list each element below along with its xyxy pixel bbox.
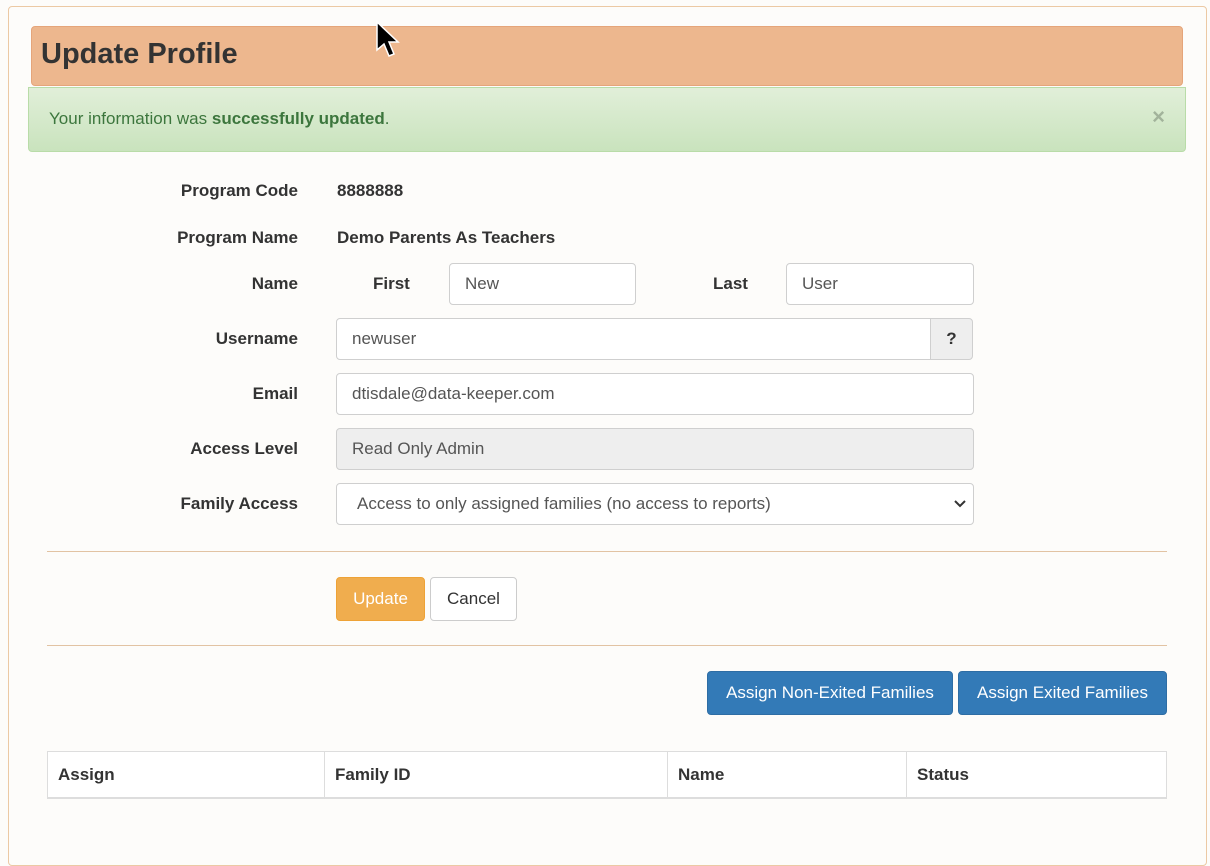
program-code-value: 8888888 <box>337 181 404 200</box>
alert-suffix: . <box>384 109 390 128</box>
username-label: Username <box>215 329 298 348</box>
column-header-name[interactable]: Name <box>668 752 907 797</box>
cancel-button[interactable]: Cancel <box>430 577 517 621</box>
divider <box>47 551 1167 552</box>
alert-prefix: Your information was <box>49 109 212 128</box>
page-header: Update Profile <box>31 26 1183 86</box>
access-level-field: Read Only Admin <box>336 428 974 470</box>
family-access-selected: Access to only assigned families (no acc… <box>357 494 771 513</box>
last-name-input[interactable]: User <box>786 263 974 305</box>
success-alert: Your information was successfully update… <box>28 87 1186 152</box>
username-help-button[interactable]: ? <box>930 318 973 360</box>
username-input[interactable]: newuser <box>336 318 932 360</box>
access-level-label: Access Level <box>190 439 298 458</box>
update-button[interactable]: Update <box>336 577 425 621</box>
alert-message: Your information was successfully update… <box>49 109 389 129</box>
assign-exited-families-button[interactable]: Assign Exited Families <box>958 671 1167 715</box>
family-access-label: Family Access <box>180 494 299 513</box>
email-label: Email <box>252 384 298 403</box>
last-name-label: Last <box>713 274 748 293</box>
close-icon[interactable]: × <box>1152 106 1165 128</box>
column-header-assign[interactable]: Assign <box>48 752 325 797</box>
program-name-label: Program Name <box>177 228 298 247</box>
program-name-value: Demo Parents As Teachers <box>337 228 556 247</box>
families-table: Assign Family ID Name Status <box>47 751 1167 799</box>
page-title: Update Profile <box>41 38 238 70</box>
column-header-status[interactable]: Status <box>907 752 1166 797</box>
divider <box>47 645 1167 646</box>
chevron-down-icon <box>954 500 966 508</box>
name-label: Name <box>251 274 298 293</box>
assign-non-exited-families-button[interactable]: Assign Non-Exited Families <box>707 671 953 715</box>
program-code-label: Program Code <box>180 181 298 200</box>
column-header-family-id[interactable]: Family ID <box>325 752 668 797</box>
alert-emphasis: successfully updated <box>211 109 385 128</box>
email-input[interactable]: dtisdale@data-keeper.com <box>336 373 974 415</box>
family-access-select[interactable]: Access to only assigned families (no acc… <box>336 483 974 525</box>
first-name-input[interactable]: New <box>449 263 636 305</box>
first-name-label: First <box>373 274 410 293</box>
mouse-cursor-icon <box>376 20 400 57</box>
